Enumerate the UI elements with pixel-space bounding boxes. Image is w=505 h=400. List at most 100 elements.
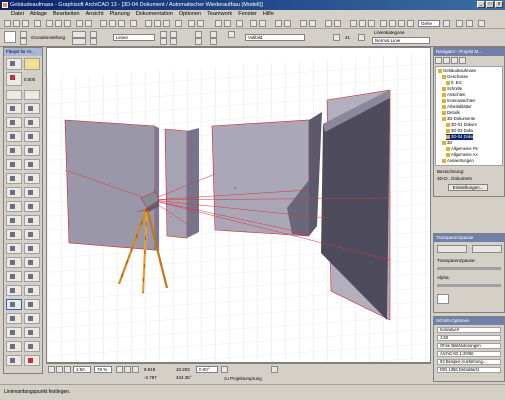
relative-construction-icon[interactable] <box>271 366 278 373</box>
wall-panel-middle-small[interactable] <box>164 128 199 239</box>
menu-planung[interactable]: Planung <box>107 10 133 19</box>
wall-tool-icon[interactable] <box>6 103 22 114</box>
linienkategorie-select[interactable]: Normal Linie <box>372 37 430 44</box>
circle-tool-icon[interactable] <box>6 327 22 338</box>
menu-optionen[interactable]: Optionen <box>176 10 204 19</box>
guide-lines-icon[interactable] <box>284 20 291 27</box>
menu-ablage[interactable]: Ablage <box>27 10 50 19</box>
zoom-icon[interactable] <box>64 366 71 373</box>
zoom-out-icon[interactable] <box>154 20 161 27</box>
maximize-button[interactable]: □ <box>486 1 494 8</box>
layout-book-tab-icon[interactable] <box>451 57 458 64</box>
find-select-icon[interactable] <box>334 20 341 27</box>
distribute-icon[interactable] <box>389 20 396 27</box>
renovation-icon[interactable] <box>236 20 243 27</box>
elevate-icon[interactable] <box>368 20 375 27</box>
option-row[interactable]: 03 Beispiel Ausführung... <box>437 359 501 365</box>
shell-tool-icon[interactable] <box>24 131 40 142</box>
3d-scene[interactable]: × <box>47 48 431 363</box>
geometry-method-icon[interactable] <box>210 31 217 38</box>
drag-icon[interactable] <box>398 20 405 27</box>
3d-viewport[interactable]: × <box>46 47 431 363</box>
open-file-icon[interactable] <box>13 20 20 27</box>
menu-hilfe[interactable]: Hilfe <box>260 10 277 19</box>
arrow-tool-icon[interactable] <box>6 90 22 100</box>
mirror-icon[interactable] <box>359 20 366 27</box>
save-icon[interactable] <box>22 20 29 27</box>
hotspot-tool-icon[interactable] <box>6 341 22 352</box>
fill-tool-icon[interactable] <box>24 229 40 240</box>
curtain-wall-tool-icon[interactable] <box>24 145 40 156</box>
walk-icon[interactable] <box>197 20 204 27</box>
transparency-slider[interactable] <box>437 267 501 270</box>
marquee-tool-icon[interactable] <box>24 90 40 100</box>
pointer-icon[interactable] <box>456 20 463 27</box>
cut-icon[interactable] <box>46 20 53 27</box>
dimension-tool-icon[interactable] <box>24 201 40 212</box>
line-geometry-icon[interactable] <box>72 31 86 38</box>
line-end-icon[interactable] <box>160 31 167 38</box>
help-icon[interactable] <box>478 20 485 27</box>
trace-icon[interactable] <box>309 20 316 27</box>
text-tool-icon[interactable] <box>24 215 40 226</box>
skylight-tool-icon[interactable] <box>6 145 22 156</box>
reserve-icon[interactable] <box>259 20 266 27</box>
layer-icon[interactable] <box>20 38 27 45</box>
polyline-icon[interactable] <box>195 31 202 38</box>
more-tools-icon[interactable] <box>6 355 22 366</box>
line-start-icon[interactable] <box>160 38 167 45</box>
roof-tool-icon[interactable] <box>6 131 22 142</box>
transparency-preset-select[interactable] <box>472 245 502 253</box>
stretch-icon[interactable] <box>407 20 414 27</box>
arrowhead-alt-icon[interactable] <box>90 38 97 45</box>
transparency-mode-select[interactable] <box>437 245 467 253</box>
menu-datei[interactable]: Datei <box>8 10 27 19</box>
vollbild-icon[interactable] <box>228 31 235 38</box>
option-row[interactable]: 1:50 <box>437 335 501 341</box>
layer-settings-icon[interactable] <box>215 20 222 27</box>
magic-wand-icon[interactable] <box>300 20 307 27</box>
paste-icon[interactable] <box>64 20 71 27</box>
pen-swatch-icon[interactable] <box>358 34 365 41</box>
zoom-out-small-icon[interactable] <box>124 366 131 373</box>
figure-tool-icon[interactable] <box>24 299 40 310</box>
select-favorites-icon[interactable] <box>6 58 22 70</box>
close-toolbox-icon[interactable] <box>24 355 40 366</box>
grid-snap-icon[interactable] <box>275 20 282 27</box>
slab-tool-icon[interactable] <box>24 117 40 128</box>
zoom-in-small-icon[interactable] <box>132 366 139 373</box>
menu-ansicht[interactable]: Ansicht <box>83 10 107 19</box>
option-row[interactable]: DIN 1356 Detaildarst <box>437 367 501 373</box>
arc-tool-icon[interactable] <box>24 243 40 254</box>
zoom-scale-field[interactable]: 1:50 <box>73 366 91 373</box>
object-tool-icon[interactable] <box>24 173 40 184</box>
goto-arrow-icon[interactable] <box>443 20 450 27</box>
zoom-in-icon[interactable] <box>145 20 152 27</box>
pen-sets-icon[interactable] <box>224 20 231 27</box>
interior-elevation-icon[interactable] <box>6 285 22 296</box>
print-icon[interactable] <box>34 20 41 27</box>
redo-zoom-icon[interactable] <box>56 366 63 373</box>
section-tool-icon[interactable] <box>6 271 22 282</box>
favorites-icon[interactable] <box>20 31 27 38</box>
publisher-tab-icon[interactable] <box>459 57 466 64</box>
alpha-slider[interactable] <box>437 284 501 287</box>
teamwork-icon[interactable] <box>250 20 257 27</box>
elevation-tool-icon[interactable] <box>24 271 40 282</box>
wall-panel-right[interactable] <box>321 89 391 321</box>
fit-in-window-icon[interactable] <box>163 20 170 27</box>
line-tool-icon[interactable] <box>6 243 22 254</box>
view-map-tab-icon[interactable] <box>443 57 450 64</box>
menu-teamwork[interactable]: Teamwork <box>204 10 235 19</box>
selection-set-icon[interactable] <box>24 58 40 70</box>
mesh-tool-icon[interactable] <box>6 201 22 212</box>
section-icon[interactable] <box>118 20 125 27</box>
polyline-tool-icon[interactable] <box>6 257 22 268</box>
magic-pointer-icon[interactable] <box>6 72 22 86</box>
window-tool-icon[interactable] <box>24 159 40 170</box>
copy-icon[interactable] <box>55 20 62 27</box>
layout-book-icon[interactable] <box>130 20 137 27</box>
line-geometry-alt-icon[interactable] <box>72 38 86 45</box>
camera-tool-icon[interactable] <box>6 313 22 324</box>
tree-item[interactable]: Auswertungen <box>442 158 474 164</box>
